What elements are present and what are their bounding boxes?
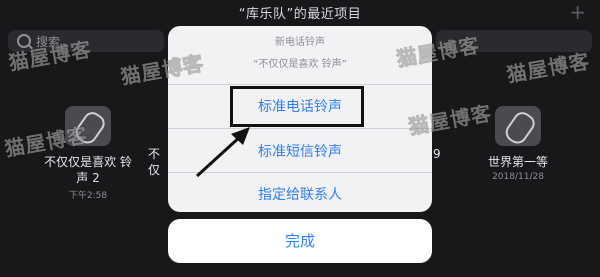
sheet-subtitle: “不仅仅是喜欢 铃声”: [253, 59, 347, 70]
guitar-icon: [501, 108, 539, 148]
done-button[interactable]: 完成: [168, 219, 432, 263]
project-thumbnail: [495, 106, 541, 148]
project-name-line2: 声 2: [76, 171, 100, 185]
divider: [168, 172, 432, 173]
project-name: 不仅: [148, 147, 161, 177]
add-icon[interactable]: +: [569, 0, 586, 24]
divider: [168, 84, 432, 85]
page-title: “库乐队”的最近项目: [238, 7, 362, 22]
option-standard-text-tone[interactable]: 标准短信铃声: [168, 141, 432, 161]
top-bar: “库乐队”的最近项目 +: [0, 0, 600, 28]
project-name: 9: [433, 147, 441, 161]
project-name: 世界第一等: [487, 155, 548, 169]
project-date: 2018/11/28: [492, 172, 544, 182]
done-label: 完成: [284, 232, 315, 250]
project-name: 不仅仅是喜欢 铃 声 2: [38, 154, 138, 186]
project-date: 下午2:58: [68, 191, 108, 201]
project-name-line1: 不仅仅是喜欢 铃: [44, 155, 132, 169]
option-assign-to-contact[interactable]: 指定给联系人: [168, 184, 432, 204]
divider: [168, 128, 432, 129]
project-item[interactable]: 不仅: [148, 146, 168, 178]
project-item[interactable]: 9: [433, 146, 453, 162]
highlight-box: [230, 86, 364, 127]
sheet-title: 新电话铃声: [275, 37, 325, 48]
